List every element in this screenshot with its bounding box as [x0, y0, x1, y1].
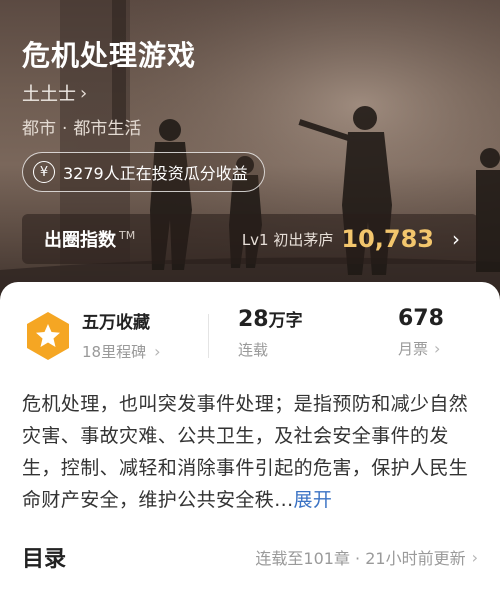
- favorites-count: 五万收藏: [82, 313, 150, 333]
- synopsis[interactable]: 危机处理，也叫突发事件处理；是指预防和减少自然灾害、事故灾难、公共卫生，及社会安…: [22, 388, 480, 516]
- subcategory-label: 都市生活: [73, 119, 142, 139]
- separator-dot: ·: [62, 119, 68, 139]
- genre-tags: 都市 · 都市生活: [22, 114, 141, 139]
- serial-status: 连载: [238, 341, 269, 359]
- index-value: 10,783: [341, 225, 434, 253]
- monthly-ticket-stat[interactable]: 678 月票 ›: [398, 306, 444, 359]
- index-label: 出圈指数 TM: [44, 226, 135, 252]
- word-count-number: 28: [238, 307, 269, 332]
- milestone-label: 18里程碑: [82, 343, 147, 361]
- invest-button[interactable]: ¥ 3279人正在投资瓜分收益: [22, 152, 265, 192]
- monthly-ticket-link: 月票 ›: [398, 338, 444, 359]
- book-info-card: 五万收藏 18里程碑 › 28万字 连载 678 月票 › 危机处理，也叫突发事…: [0, 282, 500, 592]
- chevron-right-icon: ›: [434, 339, 441, 358]
- star-badge-icon: [27, 312, 69, 360]
- index-label-text: 出圈指数: [44, 230, 116, 251]
- author-link[interactable]: 土土士 ›: [22, 80, 87, 106]
- word-count-stat: 28万字 连载: [238, 306, 303, 360]
- toc-title: 目录: [22, 547, 67, 572]
- yen-icon: ¥: [33, 161, 55, 183]
- monthly-ticket-count: 678: [398, 306, 444, 331]
- index-level: Lv1 初出茅庐: [241, 230, 334, 249]
- table-of-contents-row[interactable]: 目录 连载至101章 · 21小时前更新 ›: [22, 540, 478, 574]
- author-name: 土土士: [22, 84, 76, 105]
- word-count-unit: 万字: [268, 311, 303, 331]
- stats-row: 五万收藏 18里程碑 › 28万字 连载 678 月票 ›: [0, 306, 500, 366]
- invest-text: 3279人正在投资瓜分收益: [63, 164, 248, 183]
- trademark-mark: TM: [119, 229, 136, 242]
- index-right-group: Lv1 初出茅庐 10,783 ›: [242, 225, 460, 253]
- chevron-right-icon: ›: [452, 227, 460, 251]
- book-title: 危机处理游戏: [22, 39, 197, 72]
- chevron-right-icon: ›: [80, 82, 88, 104]
- toc-status: 连载至101章 · 21小时前更新 ›: [255, 545, 478, 569]
- chevron-right-icon: ›: [154, 342, 161, 361]
- book-cover-header: 危机处理游戏 土土士 › 都市 · 都市生活 ¥ 3279人正在投资瓜分收益 出圈指…: [0, 0, 500, 300]
- expand-link[interactable]: 展开: [294, 489, 333, 511]
- favorites-stat[interactable]: 五万收藏 18里程碑 ›: [82, 308, 161, 362]
- category-label: 都市: [22, 119, 56, 139]
- chevron-right-icon: ›: [471, 547, 478, 567]
- monthly-ticket-label: 月票: [398, 340, 429, 358]
- toc-status-text: 连载至101章 · 21小时前更新: [255, 549, 466, 568]
- popularity-index-bar[interactable]: 出圈指数 TM Lv1 初出茅庐 10,783 ›: [22, 214, 478, 264]
- milestone-link[interactable]: 18里程碑 ›: [82, 341, 161, 362]
- divider: [208, 314, 209, 358]
- synopsis-text: 危机处理，也叫突发事件处理；是指预防和减少自然灾害、事故灾难、公共卫生，及社会安…: [22, 393, 469, 511]
